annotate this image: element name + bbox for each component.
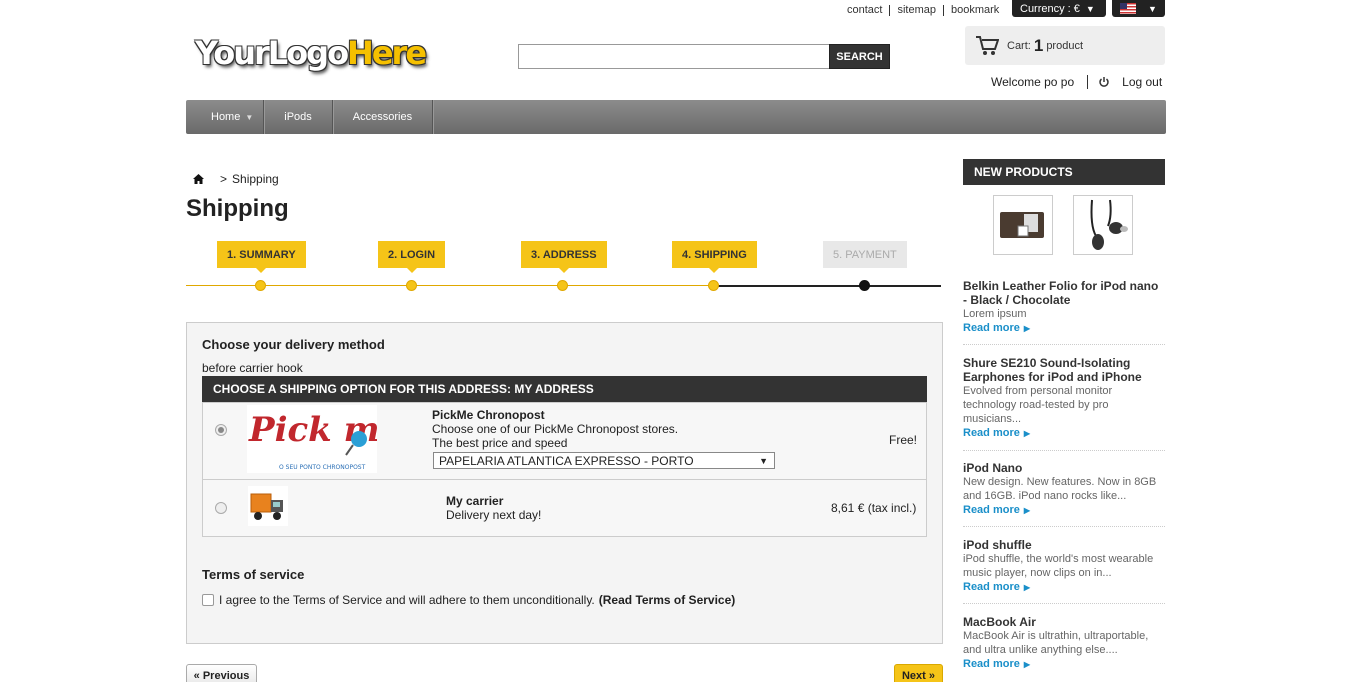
pickme-logo: Pick me O SEU PONTO CHRONOPOST [247,405,401,473]
tos-text: I agree to the Terms of Service and will… [219,593,595,607]
step-payment: 5. PAYMENT [823,241,907,268]
new-product-item: Shure SE210 Sound-Isolating Earphones fo… [963,356,1165,451]
read-more-link[interactable]: Read more ▶ [963,321,1165,336]
new-products-header: NEW PRODUCTS [963,159,1165,185]
chevron-down-icon: ▼ [1085,3,1095,14]
user-block: Welcome po po Log out [991,75,1162,89]
product-desc: Lorem ipsum [963,308,1027,320]
search-button[interactable]: SEARCH [829,44,890,69]
product-name[interactable]: iPod Nano [963,461,1165,475]
cart-block[interactable]: Cart: 1 product [965,26,1165,65]
shipping-options-header: CHOOSE A SHIPPING OPTION FOR THIS ADDRES… [202,376,927,402]
cart-label: Cart: [1007,39,1031,52]
carrier-description: Delivery next day! [446,508,542,522]
arrow-right-icon: ▶ [1023,583,1031,592]
tos-title: Terms of service [202,567,305,582]
breadcrumb-separator: > [220,172,228,186]
tos-checkbox[interactable] [202,594,214,606]
product-name[interactable]: iPod shuffle [963,538,1165,552]
step-dot [255,280,266,291]
page-title: Shipping [186,195,289,222]
tos-row: I agree to the Terms of Service and will… [202,593,735,607]
previous-button[interactable]: « Previous [186,664,257,682]
main-nav: Home ▼ iPods Accessories [186,100,1166,134]
product-desc: Evolved from personal monitor technology… [963,385,1113,425]
svg-text:O SEU PONTO CHRONOPOST: O SEU PONTO CHRONOPOST [279,464,366,471]
carrier-description: The best price and speed [432,436,568,450]
carrier-radio-pickme[interactable] [215,424,227,436]
carrier-price: Free! [889,433,918,447]
chevron-down-icon: ▼ [759,455,768,466]
carrier-price: 8,61 € (tax incl.) [831,501,917,515]
carrier-name: PickMe Chronopost [432,408,545,422]
arrow-right-icon: ▶ [1023,506,1031,515]
new-product-item: MacBook Air MacBook Air is ultrathin, ul… [963,615,1165,681]
power-icon [1099,77,1109,87]
breadcrumb-current: Shipping [232,172,279,186]
divider [1087,75,1089,89]
step-dot [859,280,870,291]
step-login[interactable]: 2. LOGIN [378,241,446,273]
product-desc: MacBook Air is ultrathin, ultraportable,… [963,630,1149,656]
step-dot [708,280,719,291]
product-thumbnail[interactable] [1073,195,1133,255]
cart-unit: product [1046,39,1084,52]
logout-link[interactable]: Log out [1122,75,1162,89]
product-name[interactable]: MacBook Air [963,615,1165,629]
search-input[interactable] [518,44,830,69]
nav-ipods[interactable]: iPods [264,100,333,134]
carrier-name: My carrier [446,494,504,508]
next-button[interactable]: Next » [894,664,943,682]
product-thumbnail[interactable] [993,195,1053,255]
product-desc: iPod shuffle, the world's most wearable … [963,553,1154,579]
arrow-right-icon: ▶ [1023,660,1031,669]
read-more-link[interactable]: Read more ▶ [963,657,1165,672]
site-logo[interactable]: YourLogoHere [195,34,427,72]
currency-dropdown[interactable]: Currency : € ▼ [1012,0,1106,17]
nav-home[interactable]: Home ▼ [186,100,265,134]
carrier-hook-text: before carrier hook [202,361,303,375]
pickup-store-select[interactable]: PAPELARIA ATLANTICA EXPRESSO - PORTO ▼ [433,452,775,469]
step-address[interactable]: 3. ADDRESS [521,241,607,273]
us-flag-icon [1120,3,1136,14]
delivery-title: Choose your delivery method [202,337,385,352]
read-more-link[interactable]: Read more ▶ [963,580,1165,595]
language-dropdown[interactable]: ▼ [1112,0,1165,17]
carrier-radio-mycarrier[interactable] [215,502,227,514]
welcome-text: Welcome po po [991,75,1075,89]
progress-line-todo [714,285,941,287]
nav-accessories[interactable]: Accessories [333,100,434,134]
new-product-item: Belkin Leather Folio for iPod nano - Bla… [963,279,1165,345]
tos-link[interactable]: (Read Terms of Service) [599,593,736,607]
contact-link[interactable]: contact [840,4,889,16]
read-more-link[interactable]: Read more ▶ [963,426,1165,441]
step-dot [406,280,417,291]
product-name[interactable]: Belkin Leather Folio for iPod nano - Bla… [963,279,1165,307]
sitemap-link[interactable]: sitemap [889,4,943,16]
new-product-item: iPod shuffle iPod shuffle, the world's m… [963,538,1165,604]
divider [203,479,926,480]
new-product-item: iPod Nano New design. New features. Now … [963,461,1165,527]
truck-icon [248,486,288,526]
currency-label: Currency : € [1020,2,1080,15]
bookmark-link[interactable]: bookmark [943,4,1006,16]
top-links: contact sitemap bookmark [840,2,1006,18]
arrow-right-icon: ▶ [1023,324,1031,333]
chevron-down-icon: ▼ [245,112,254,122]
cart-icon [976,35,999,55]
product-desc: New design. New features. Now in 8GB and… [963,476,1157,502]
step-dot [557,280,568,291]
chevron-down-icon: ▼ [1148,3,1157,14]
home-icon[interactable] [193,173,204,185]
step-shipping[interactable]: 4. SHIPPING [672,241,757,273]
cart-count: 1 [1033,35,1044,55]
arrow-right-icon: ▶ [1023,429,1031,438]
carrier-description: Choose one of our PickMe Chronopost stor… [432,422,679,436]
step-summary[interactable]: 1. SUMMARY [217,241,306,273]
product-name[interactable]: Shure SE210 Sound-Isolating Earphones fo… [963,356,1165,384]
breadcrumb: > Shipping [193,172,279,186]
read-more-link[interactable]: Read more ▶ [963,503,1165,518]
